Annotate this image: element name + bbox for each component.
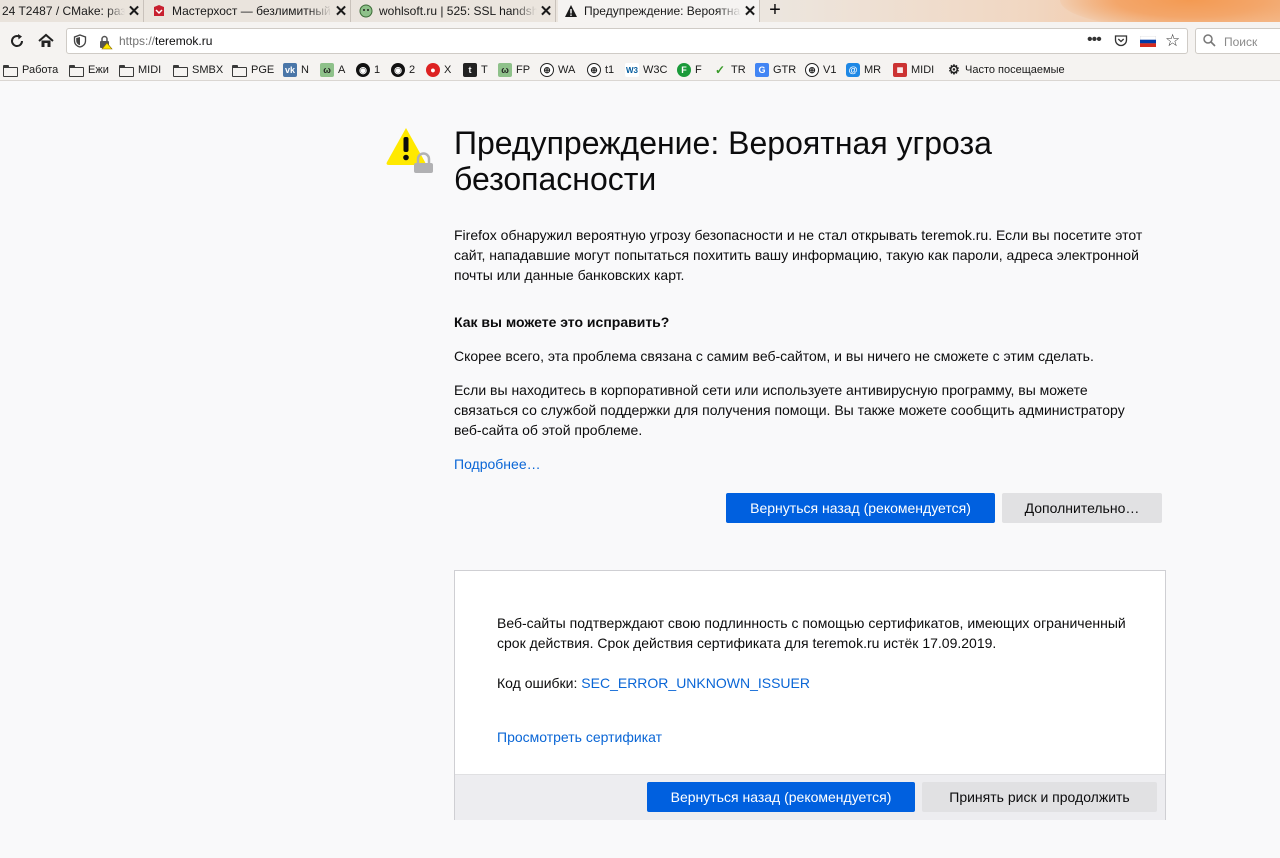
warning-lock-icon — [386, 128, 433, 173]
tab-wohlsoft[interactable]: wohlsoft.ru | 525: SSL handshake ✕ — [353, 0, 556, 22]
fix-heading: Как вы можете это исправить? — [454, 314, 670, 330]
vk-icon: vk — [283, 63, 297, 77]
bookmark-f[interactable]: FF — [677, 62, 702, 78]
intro-text: Firefox обнаружил вероятную угрозу безоп… — [454, 227, 1143, 283]
search-placeholder: Поиск — [1224, 35, 1258, 49]
bookmark-wa[interactable]: ⊕ WA — [540, 62, 575, 78]
url-text[interactable]: https://teremok.ru — [119, 34, 212, 48]
search-icon — [1203, 34, 1216, 47]
bookmark-t[interactable]: tT — [463, 62, 488, 78]
bookmark-t1[interactable]: ⊕ t1 — [587, 62, 614, 78]
error-code-line: Код ошибки: SEC_ERROR_UNKNOWN_ISSUER — [497, 673, 1147, 693]
error-code-link[interactable]: SEC_ERROR_UNKNOWN_ISSUER — [581, 675, 810, 691]
cat-icon: ω — [498, 63, 512, 77]
tab-title: Мастерхост — безлимитный — [172, 4, 331, 18]
bookmarks-bar: Работа Ежи MIDI SMBX PGE vk N ωA ◉ 1 ◉ 2 ● X… — [0, 60, 1280, 81]
masterhost-icon — [152, 4, 166, 18]
navigation-bar: https://teremok.ru ••• ☆ Поиск — [0, 22, 1280, 61]
gear-icon: ⚙ — [948, 62, 960, 77]
error-code-label: Код ошибки: — [497, 675, 578, 691]
new-tab-button[interactable]: + — [765, 0, 785, 22]
github-icon: ◉ — [356, 63, 370, 77]
bookmark-vk[interactable]: vk N — [283, 62, 309, 78]
tumblr-icon: t — [463, 63, 477, 77]
wohlsoft-icon — [359, 4, 373, 18]
globe-icon: ⊕ — [587, 63, 601, 77]
advanced-panel-footer: Вернуться назад (рекомендуется) Принять … — [455, 774, 1165, 820]
page-actions-button[interactable]: ••• — [1087, 31, 1102, 49]
tab-title: 24 T2487 / CMake: разб — [2, 4, 125, 18]
globe-icon: ⊕ — [540, 63, 554, 77]
bookmark-v1[interactable]: ⊕ V1 — [805, 62, 836, 78]
tab-masterhost[interactable]: Мастерхост — безлимитный ✕ — [146, 0, 351, 22]
globe-icon: ⊕ — [805, 63, 819, 77]
bookmark-midi[interactable]: ▦ MIDI — [893, 62, 934, 78]
shield-icon[interactable] — [73, 34, 87, 48]
bookmark-gtr[interactable]: G GTR — [755, 62, 796, 78]
mr-icon: @ — [846, 63, 860, 77]
cat-icon: ω — [320, 63, 334, 77]
reload-icon — [11, 34, 24, 47]
tab-strip: 24 T2487 / CMake: разб ✕ Мастерхост — бе… — [0, 0, 1280, 22]
github-icon: ◉ — [391, 63, 405, 77]
folder-icon — [232, 64, 247, 77]
bookmark-mr[interactable]: @ MR — [846, 62, 881, 78]
bookmark-tr[interactable]: ✓ TR — [713, 62, 746, 78]
translate-icon: G — [755, 63, 769, 77]
russian-flag-icon[interactable] — [1140, 36, 1156, 47]
folder-icon — [119, 64, 134, 77]
bookmark-folder-pge[interactable]: PGE — [232, 62, 274, 78]
go-back-button-advanced[interactable]: Вернуться назад (рекомендуется) — [647, 782, 915, 812]
page-title: Предупреждение: Вероятная угроза безопас… — [454, 125, 992, 197]
bookmark-w3c[interactable]: W3 W3C — [625, 62, 667, 78]
warning-icon — [564, 4, 578, 18]
reload-button[interactable] — [7, 31, 27, 51]
close-icon[interactable]: ✕ — [332, 2, 350, 20]
folder-icon — [173, 64, 188, 77]
insecure-lock-icon[interactable] — [97, 34, 113, 50]
view-certificate-line: Просмотреть сертификат — [497, 727, 1147, 747]
close-icon[interactable]: ✕ — [125, 2, 143, 20]
bookmark-folder-smbx[interactable]: SMBX — [173, 62, 223, 78]
pocket-icon[interactable] — [1114, 34, 1128, 48]
bookmark-folder-midi[interactable]: MIDI — [119, 62, 161, 78]
tab-title: Предупреждение: Вероятная — [584, 4, 741, 18]
green-f-icon: F — [677, 63, 691, 77]
mushroom-icon: ● — [426, 63, 440, 77]
bookmark-github-2[interactable]: ◉ 2 — [391, 62, 415, 78]
bookmark-folder-rabota[interactable]: Работа — [3, 62, 58, 78]
w3c-icon: W3 — [625, 63, 639, 77]
view-certificate-link[interactable]: Просмотреть сертификат — [497, 729, 662, 745]
close-icon[interactable]: ✕ — [537, 2, 555, 20]
bookmark-folder-ezhi[interactable]: Ежи — [69, 62, 109, 78]
bookmark-a[interactable]: ωA — [320, 62, 345, 78]
tab-title: wohlsoft.ru | 525: SSL handshake — [379, 4, 537, 18]
learn-more-link[interactable]: Подробнее… — [454, 454, 541, 474]
folder-icon — [3, 64, 18, 77]
search-bar[interactable]: Поиск — [1195, 28, 1280, 54]
bookmark-star-icon[interactable]: ☆ — [1165, 31, 1180, 51]
tab-cmake[interactable]: 24 T2487 / CMake: разб ✕ — [0, 0, 144, 22]
bookmark-fp[interactable]: ω FP — [498, 62, 530, 78]
fix-paragraph-1: Скорее всего, эта проблема связана с сам… — [454, 348, 1094, 364]
bookmark-x[interactable]: ● X — [426, 62, 451, 78]
home-icon — [38, 33, 54, 47]
home-button[interactable] — [36, 31, 56, 51]
tr-icon: ✓ — [714, 63, 726, 77]
bookmark-github-1[interactable]: ◉ 1 — [356, 62, 380, 78]
go-back-button[interactable]: Вернуться назад (рекомендуется) — [726, 493, 995, 523]
tab-warning[interactable]: Предупреждение: Вероятная ✕ — [558, 0, 760, 22]
advanced-button[interactable]: Дополнительно… — [1002, 493, 1162, 523]
bookmark-most-visited[interactable]: ⚙ Часто посещаемые — [947, 62, 1064, 78]
midi-icon: ▦ — [893, 63, 907, 77]
certificate-description: Веб-сайты подтверждают свою подлинность … — [497, 615, 1126, 651]
fix-paragraph-2: Если вы находитесь в корпоративной сети … — [454, 382, 1125, 438]
close-icon[interactable]: ✕ — [741, 2, 759, 20]
url-bar[interactable]: https://teremok.ru ••• ☆ — [66, 28, 1188, 54]
folder-icon — [69, 64, 84, 77]
advanced-panel: Веб-сайты подтверждают свою подлинность … — [454, 570, 1166, 820]
accept-risk-button[interactable]: Принять риск и продолжить — [922, 782, 1157, 812]
